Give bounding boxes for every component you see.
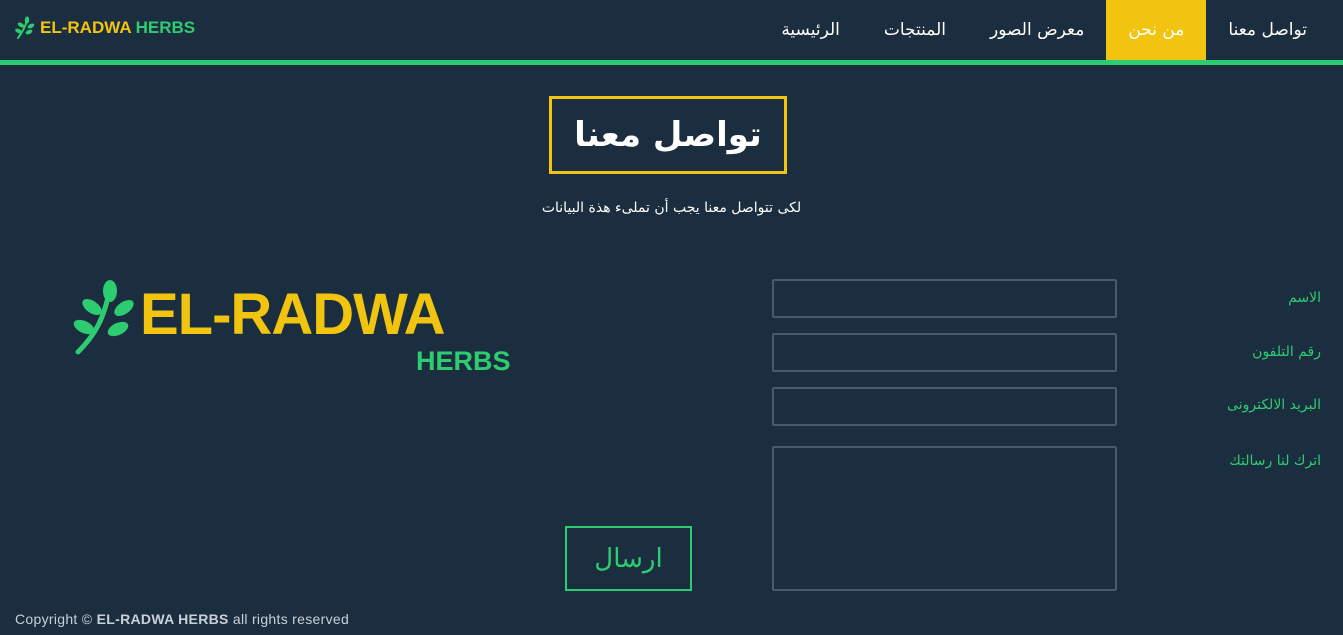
footer-brand: EL-RADWA HERBS (96, 611, 229, 627)
large-logo-name: EL-RADWA (140, 282, 446, 347)
nav-item-home[interactable]: الرئيسية (759, 0, 862, 60)
nav-item-products[interactable]: المنتجات (862, 0, 968, 60)
phone-label: رقم التلفون (1252, 344, 1321, 360)
footer-prefix: Copyright © (15, 611, 93, 627)
message-label: اترك لنا رسالتك (1229, 453, 1321, 469)
footer-copyright: Copyright © EL-RADWA HERBS all rights re… (15, 611, 349, 627)
email-label: البريد الالكترونى (1227, 397, 1321, 413)
brand-sub: HERBS (135, 18, 196, 37)
leaf-icon (15, 16, 35, 39)
send-button[interactable]: ارسال (565, 526, 692, 591)
brand-logo[interactable]: EL-RADWA HERBS (14, 15, 195, 41)
nav-item-about[interactable]: من نحن (1106, 0, 1207, 60)
nav-item-gallery[interactable]: معرض الصور (968, 0, 1106, 60)
nav-divider (0, 60, 1343, 65)
nav-item-contact[interactable]: تواصل معنا (1206, 0, 1329, 60)
name-label: الاسم (1288, 290, 1321, 306)
large-logo-sub: HERBS (416, 346, 511, 376)
page-subtitle: لكى تتواصل معنا يجب أن تملىء هذة البيانا… (541, 200, 802, 216)
page-title: تواصل معنا (549, 96, 787, 174)
large-logo: EL-RADWA HERBS (72, 278, 512, 388)
navbar: EL-RADWA HERBS تواصل معنا من نحن معرض ال… (0, 0, 1343, 60)
brand-name: EL-RADWA (40, 18, 132, 37)
message-field[interactable] (772, 446, 1117, 591)
email-field[interactable] (772, 387, 1117, 426)
large-leaf-icon (73, 280, 134, 355)
name-field[interactable] (772, 279, 1117, 318)
nav-menu: تواصل معنا من نحن معرض الصور المنتجات ال… (759, 0, 1329, 60)
phone-field[interactable] (772, 333, 1117, 372)
footer-suffix: all rights reserved (232, 611, 350, 627)
